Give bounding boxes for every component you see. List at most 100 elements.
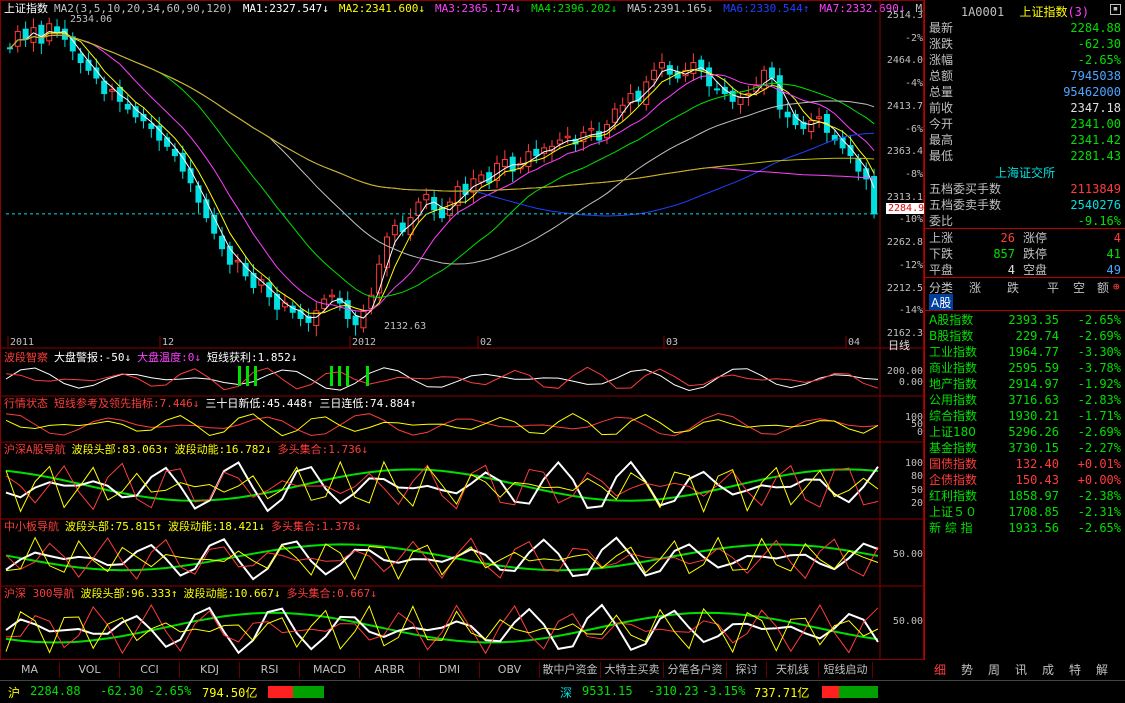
- index-row[interactable]: 上证５０ 1708.85 -2.31%: [925, 504, 1125, 520]
- side-tab[interactable]: 讯: [1009, 662, 1033, 678]
- sh-breadth-bar: [268, 686, 324, 698]
- period-label[interactable]: 日线: [888, 337, 910, 353]
- indicator-value: 波段动能:16.782↓: [174, 443, 272, 456]
- index-value: 5296.26: [1008, 425, 1059, 439]
- quote-value: 95462000: [1063, 85, 1121, 99]
- indicator-line: [5, 460, 879, 514]
- side-tab[interactable]: 势: [955, 662, 979, 678]
- exchange-label: 上海证交所: [994, 166, 1055, 180]
- sz-amount: 737.71亿: [754, 686, 810, 700]
- indicator-tab[interactable]: 分笔各户资: [664, 662, 727, 678]
- index-row[interactable]: 商业指数 2595.59 -3.78%: [925, 360, 1125, 376]
- index-row[interactable]: 红利指数 1858.97 -2.38%: [925, 488, 1125, 504]
- order-label: 五档委卖手数: [929, 198, 1002, 212]
- sz-change: -310.23: [648, 684, 699, 698]
- indicator-tab[interactable]: DMI: [420, 662, 480, 678]
- candle-body: [643, 81, 650, 105]
- side-tab[interactable]: 解: [1090, 662, 1114, 678]
- indicator-tab[interactable]: 大特主买卖: [601, 662, 664, 678]
- pct-tick: -2%: [904, 32, 923, 44]
- side-tab[interactable]: 细: [928, 662, 952, 678]
- candle-body: [54, 26, 61, 33]
- indicator-header: 行情状态 短线参考及领先指标:7.446↓ 三十日新低:45.448↑ 三日连低:74…: [4, 397, 422, 411]
- price-chart[interactable]: [0, 0, 924, 660]
- indicator-tab[interactable]: 天机线: [767, 662, 819, 678]
- status-bar: 沪 2284.88 -62.30 -2.65% 794.50亿 深 9531.1…: [0, 680, 1125, 703]
- chart-frame: [0, 0, 924, 660]
- index-pct: -2.38%: [1077, 489, 1121, 503]
- index-row[interactable]: 工业指数 1964.77 -3.30%: [925, 344, 1125, 360]
- index-name: 上证180: [929, 425, 976, 439]
- price-tick: 2464.0: [886, 55, 923, 67]
- side-tab[interactable]: 周: [982, 662, 1006, 678]
- month-label: 02: [480, 337, 493, 348]
- breadth-value: 49: [1106, 263, 1121, 277]
- breadth-value: 4: [1007, 263, 1015, 277]
- indicator-value: 三日连低:74.884↑: [319, 397, 417, 410]
- indicator-tab[interactable]: RSI: [240, 662, 300, 678]
- indicator-tab[interactable]: OBV: [480, 662, 540, 678]
- indicator-tab[interactable]: MA: [0, 662, 60, 678]
- candle-body: [203, 199, 210, 219]
- indicator-tab[interactable]: KDJ: [180, 662, 240, 678]
- high-label: 2534.06: [70, 14, 113, 25]
- cat-row[interactable]: A股: [925, 294, 1125, 311]
- indicator-tab[interactable]: 短线启动: [819, 662, 873, 678]
- indicator-value: 三十日新低:45.448↑: [205, 397, 314, 410]
- indicator-tab[interactable]: CCI: [120, 662, 180, 678]
- cat-add-icon[interactable]: ⊕: [1113, 280, 1120, 293]
- panel-toggle-icon[interactable]: ▪: [1110, 4, 1121, 15]
- candle-body: [611, 108, 618, 123]
- index-row[interactable]: 国债指数 132.40 +0.01%: [925, 456, 1125, 472]
- indicator-axis-tick: 0.00: [898, 377, 923, 388]
- sh-amount: 794.50亿: [202, 686, 258, 700]
- index-value: 1930.21: [1008, 409, 1059, 423]
- sh-label: 沪: [8, 686, 21, 700]
- index-row[interactable]: 基金指数 3730.15 -2.27%: [925, 440, 1125, 456]
- quote-row: 今开 2341.00: [925, 116, 1125, 132]
- index-row[interactable]: 企债指数 150.43 +0.00%: [925, 472, 1125, 488]
- index-pct: -2.69%: [1077, 329, 1121, 343]
- quote-value: 2347.18: [1070, 101, 1121, 115]
- side-tab[interactable]: 成: [1036, 662, 1060, 678]
- index-value: 2595.59: [1008, 361, 1059, 375]
- indicator-tab[interactable]: 散中户资金: [540, 662, 601, 678]
- quote-panel: 1A0001 上证指数(3) ▪ 最新 2284.88 涨跌 -62.30 涨幅 -2.6…: [924, 0, 1125, 660]
- index-row[interactable]: 新 综 指 1933.56 -2.65%: [925, 520, 1125, 536]
- index-row[interactable]: 上证180 5296.26 -2.69%: [925, 424, 1125, 440]
- indicator-axis-tick: 100: [904, 458, 923, 469]
- indicator-title[interactable]: 沪深 300导航: [4, 587, 75, 600]
- index-pct: -2.27%: [1077, 441, 1121, 455]
- index-name: A股指数: [929, 313, 974, 327]
- index-row[interactable]: 公用指数 3716.63 -2.83%: [925, 392, 1125, 408]
- indicator-tab[interactable]: VOL: [60, 662, 120, 678]
- breadth-label: 涨停: [1023, 231, 1048, 245]
- candle-body: [713, 88, 720, 91]
- index-row[interactable]: A股指数 2393.35 -2.65%: [925, 312, 1125, 328]
- index-row[interactable]: 地产指数 2914.97 -1.92%: [925, 376, 1125, 392]
- indicator-title[interactable]: 中小板导航: [4, 520, 59, 533]
- index-row[interactable]: 综合指数 1930.21 -1.71%: [925, 408, 1125, 424]
- indicator-tab[interactable]: ARBR: [360, 662, 420, 678]
- candle-body: [124, 103, 131, 110]
- indicator-title[interactable]: 沪深A股导航: [4, 443, 66, 456]
- indicator-tab[interactable]: 探讨: [727, 662, 767, 678]
- month-label: 12: [162, 337, 175, 348]
- candle-body: [871, 176, 878, 215]
- index-row[interactable]: B股指数 229.74 -2.69%: [925, 328, 1125, 344]
- index-pct: +0.01%: [1077, 457, 1121, 471]
- side-tab[interactable]: 特: [1063, 662, 1087, 678]
- breadth-label: 上涨: [929, 231, 954, 245]
- index-value: 2393.35: [1008, 313, 1059, 327]
- indicator-title[interactable]: 行情状态: [4, 397, 48, 410]
- indicator-title[interactable]: 波段智察: [4, 351, 48, 364]
- sz-breadth-bar: [822, 686, 878, 698]
- indicator-value: 大盘温度:0↓: [137, 351, 201, 364]
- sz-label: 深: [560, 686, 573, 700]
- quote-header: 1A0001 上证指数(3) ▪: [925, 3, 1125, 19]
- ma-line: [9, 34, 875, 192]
- index-pct: -2.69%: [1077, 425, 1121, 439]
- indicator-tab[interactable]: MACD: [300, 662, 360, 678]
- candle-body: [737, 96, 744, 105]
- candle-body: [234, 259, 241, 263]
